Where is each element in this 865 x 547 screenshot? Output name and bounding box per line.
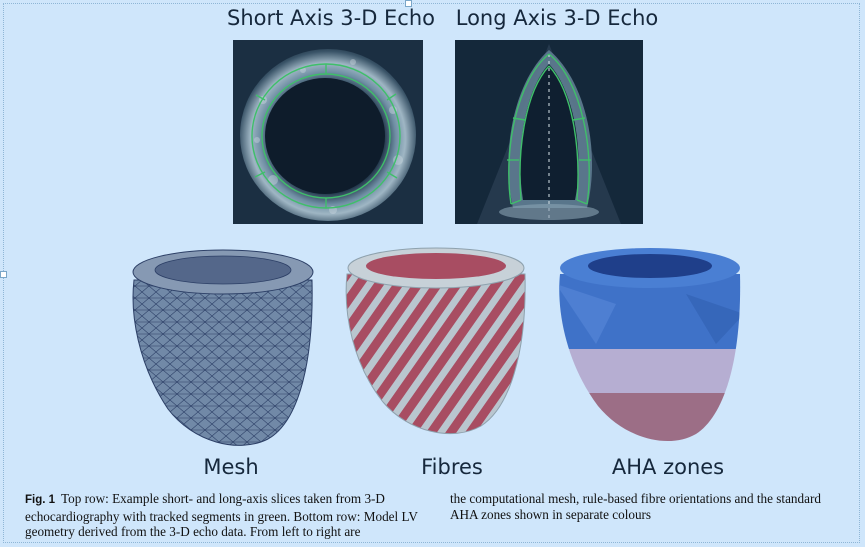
- figure-caption-right: the computational mesh, rule-based fibre…: [450, 491, 850, 522]
- long-axis-label: Long Axis 3-D Echo: [455, 6, 659, 30]
- fibres-label: Fibres: [421, 455, 483, 479]
- caption-text-right: the computational mesh, rule-based fibre…: [450, 491, 821, 522]
- mesh-label: Mesh: [203, 455, 259, 479]
- short-axis-echo-image: [233, 40, 423, 224]
- resize-handle-left[interactable]: [0, 271, 7, 278]
- short-axis-label: Short Axis 3-D Echo: [226, 6, 436, 30]
- fibres-heart-model: [345, 247, 526, 434]
- figure-caption-left: Fig. 1 Top row: Example short- and long-a…: [25, 491, 425, 540]
- long-axis-echo-image: [455, 40, 643, 224]
- caption-text-left: Top row: Example short- and long-axis sl…: [25, 491, 418, 539]
- figure-number: Fig. 1: [25, 494, 56, 506]
- aha-zones-heart-model: [559, 248, 741, 442]
- aha-zones-label: AHA zones: [611, 455, 725, 479]
- mesh-heart-model: [132, 249, 314, 446]
